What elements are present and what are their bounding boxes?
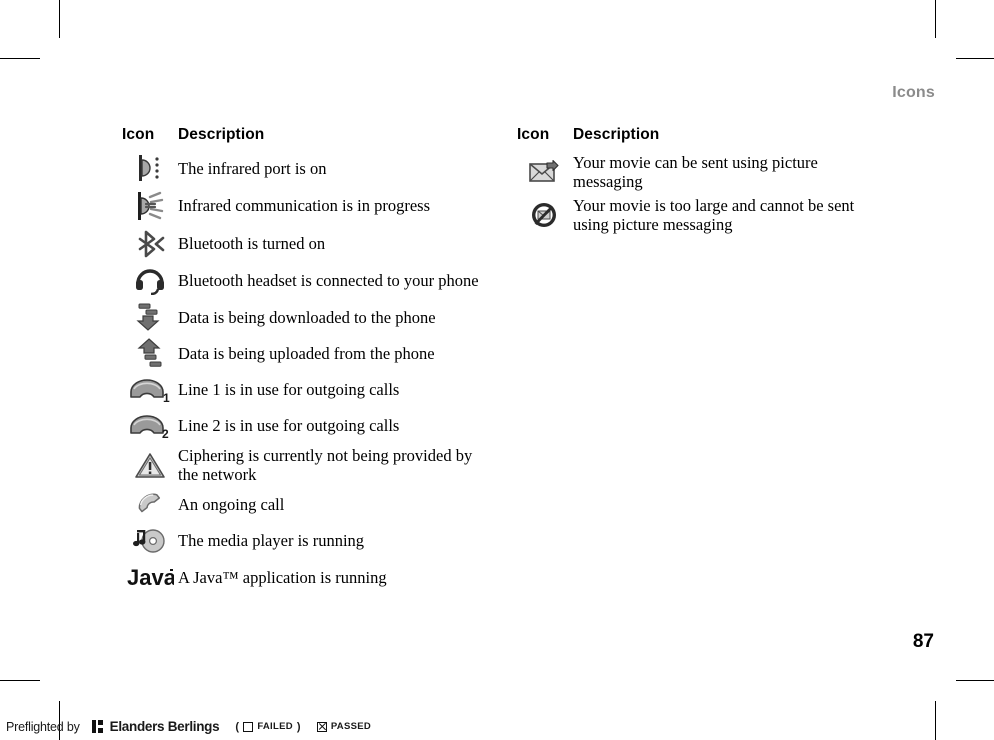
- icon-table-right: Icon Description Your movie can be sent …: [517, 126, 887, 236]
- java-wordmark-label: Java: [127, 565, 174, 590]
- elanders-logo-icon: [91, 720, 103, 733]
- table-row: Your movie is too large and cannot be se…: [517, 193, 887, 236]
- crop-mark-top-right-horizontal: [956, 58, 994, 59]
- movie-sendable-icon: [517, 154, 573, 190]
- preflight-footer: Preflighted by Elanders Berlings ( FAILE…: [6, 719, 371, 734]
- failed-label: FAILED: [257, 721, 293, 732]
- row-description: Ciphering is currently not being provide…: [178, 445, 473, 485]
- crop-mark-top-left-horizontal: [0, 58, 40, 59]
- media-player-running-icon: [122, 522, 178, 558]
- table-row: Infrared communication is in progress: [122, 186, 492, 225]
- java-application-icon: Java: [122, 559, 178, 595]
- infrared-port-on-icon: [122, 150, 178, 186]
- ciphering-warning-icon: [122, 447, 178, 483]
- paren-open: (: [235, 720, 240, 733]
- table-body-left: The infrared port is on Infrared communi…: [122, 150, 492, 596]
- row-description: Data is being downloaded to the phone: [178, 307, 436, 327]
- crop-mark-top-right-vertical: [935, 0, 936, 38]
- column-header-description: Description: [573, 126, 660, 143]
- table-row: The infrared port is on: [122, 150, 492, 186]
- infrared-communication-icon: [122, 188, 178, 224]
- movie-too-large-icon: [517, 197, 573, 233]
- icon-badge-label: 1: [163, 391, 170, 404]
- row-description: Infrared communication is in progress: [178, 196, 431, 216]
- column-header-description: Description: [178, 126, 265, 143]
- row-description: Bluetooth is turned on: [178, 234, 326, 254]
- data-upload-icon: [122, 335, 178, 371]
- row-description: Your movie can be sent using picture mes…: [573, 152, 818, 192]
- passed-label: PASSED: [330, 721, 372, 732]
- table-row: 2 Line 2 is in use for outgoing calls: [122, 407, 492, 443]
- row-description: The media player is running: [178, 530, 365, 550]
- ongoing-call-icon: [122, 486, 178, 522]
- row-description: Data is being uploaded from the phone: [178, 343, 435, 363]
- row-description: A Java™ application is running: [178, 567, 387, 587]
- table-header-left: Icon Description: [122, 126, 492, 144]
- column-header-icon: Icon: [517, 126, 550, 143]
- table-row: Ciphering is currently not being provide…: [122, 443, 492, 486]
- running-head: Icons: [892, 84, 935, 101]
- line-2-outgoing-icon: 2: [122, 407, 178, 443]
- preflight-passed-state: PASSED: [316, 721, 372, 732]
- crop-mark-top-left-vertical: [59, 0, 60, 38]
- table-row: Your movie can be sent using picture mes…: [517, 150, 887, 193]
- preflight-failed-state: ( FAILED ): [235, 721, 301, 733]
- paren-close: ): [296, 720, 301, 733]
- table-row: Data is being downloaded to the phone: [122, 299, 492, 335]
- column-header-icon: Icon: [122, 126, 155, 143]
- table-header-right: Icon Description: [517, 126, 887, 144]
- line-1-outgoing-icon: 1: [122, 371, 178, 407]
- table-body-right: Your movie can be sent using picture mes…: [517, 150, 887, 236]
- row-description: Bluetooth headset is connected to your p…: [178, 271, 479, 291]
- row-description: Line 2 is in use for outgoing calls: [178, 415, 400, 435]
- row-description: The infrared port is on: [178, 158, 327, 178]
- table-row: Bluetooth headset is connected to your p…: [122, 262, 492, 299]
- bluetooth-headset-icon: [122, 263, 178, 299]
- page-number: 87: [912, 631, 934, 652]
- row-description: Your movie is too large and cannot be se…: [573, 195, 855, 235]
- crop-mark-bottom-right-horizontal: [956, 680, 994, 681]
- row-description: An ongoing call: [178, 494, 285, 514]
- passed-checkbox[interactable]: [316, 721, 327, 732]
- data-download-icon: [122, 299, 178, 335]
- crop-mark-bottom-left-horizontal: [0, 680, 40, 681]
- table-row: Data is being uploaded from the phone: [122, 335, 492, 371]
- table-row: The media player is running: [122, 522, 492, 558]
- failed-checkbox[interactable]: [243, 721, 254, 732]
- table-row: An ongoing call: [122, 486, 492, 522]
- preflight-label: Preflighted by: [6, 719, 80, 734]
- table-row: 1 Line 1 is in use for outgoing calls: [122, 371, 492, 407]
- table-row: Java A Java™ application is running: [122, 558, 492, 596]
- preflight-brand: Elanders Berlings: [109, 719, 220, 734]
- row-description: Line 1 is in use for outgoing calls: [178, 379, 400, 399]
- bluetooth-on-icon: [122, 226, 178, 262]
- table-row: Bluetooth is turned on: [122, 225, 492, 262]
- crop-mark-bottom-right-vertical: [935, 701, 936, 740]
- icon-table-left: Icon Description The infrared port is on: [122, 126, 492, 596]
- icon-badge-label: 2: [162, 427, 169, 440]
